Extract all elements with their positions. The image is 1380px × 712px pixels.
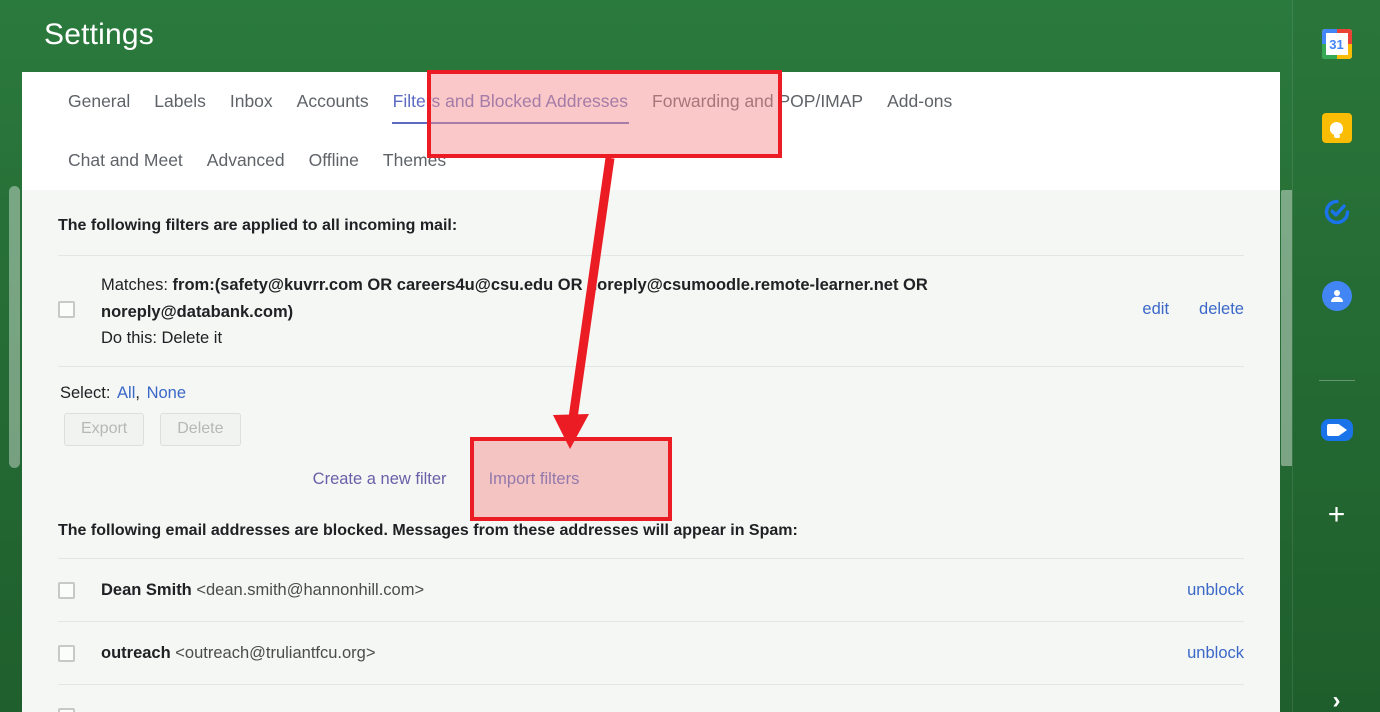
filter-row-actions: edit delete xyxy=(1142,300,1244,319)
page-title: Settings xyxy=(44,18,154,51)
filter-matches-label: Matches: xyxy=(101,276,173,294)
tab-labels[interactable]: Labels xyxy=(142,72,218,131)
tab-advanced[interactable]: Advanced xyxy=(195,131,297,190)
filter-row: Matches: from:(safety@kuvrr.com OR caree… xyxy=(58,256,1244,366)
blocked-email: <outreach@truliantfcu.org> xyxy=(175,643,376,662)
rail-item-calendar[interactable]: 31 xyxy=(1320,27,1354,61)
rail-item-meet[interactable] xyxy=(1320,413,1354,447)
blocked-section-title: The following email addresses are blocke… xyxy=(58,522,798,540)
tab-inbox[interactable]: Inbox xyxy=(218,72,285,131)
filter-matches-value: from:(safety@kuvrr.com OR careers4u@csu.… xyxy=(101,276,928,321)
tab-accounts[interactable]: Accounts xyxy=(285,72,381,131)
select-separator: , xyxy=(135,384,140,403)
select-all-link[interactable]: All xyxy=(117,384,135,402)
filters-section-title: The following filters are applied to all… xyxy=(58,217,458,234)
meet-icon xyxy=(1320,419,1353,441)
calendar-icon: 31 xyxy=(1321,29,1352,59)
tabs-row-2: Chat and Meet Advanced Offline Themes xyxy=(22,131,1280,190)
select-controls: Select: All, None xyxy=(58,367,1244,403)
delete-button[interactable]: Delete xyxy=(160,413,241,447)
create-a-new-filter-link[interactable]: Create a new filter xyxy=(313,470,447,489)
expand-chevron-icon: › xyxy=(1332,687,1341,712)
blocked-name: Dean Smith xyxy=(101,580,192,599)
blocked-row: Dean Smith <dean.smith@hannonhill.com> u… xyxy=(58,559,1244,621)
filter-row-checkbox[interactable] xyxy=(58,301,75,318)
delete-filter-link[interactable]: delete xyxy=(1199,300,1244,319)
import-filters-link[interactable]: Import filters xyxy=(489,470,580,489)
export-button[interactable]: Export xyxy=(64,413,145,447)
blocked-name: outreach xyxy=(101,643,171,662)
filter-action-text: Do this: Delete it xyxy=(101,329,223,348)
tasks-icon xyxy=(1322,197,1352,227)
select-none-link[interactable]: None xyxy=(147,384,186,402)
unblock-link[interactable]: unblock xyxy=(1187,644,1244,663)
tab-general[interactable]: General xyxy=(56,72,142,131)
blocked-email: <dean.smith@hannonhill.com> xyxy=(196,580,425,599)
filters-panel: The following filters are applied to all… xyxy=(22,190,1280,712)
unblock-link[interactable]: unblock xyxy=(1187,581,1244,600)
gmail-settings-screen: Settings General Labels Inbox Accounts F… xyxy=(0,0,1380,712)
bulk-action-buttons: Export Delete xyxy=(58,403,1244,447)
settings-card: General Labels Inbox Accounts Filters an… xyxy=(22,72,1280,712)
tab-offline[interactable]: Offline xyxy=(297,131,371,190)
rail-item-add[interactable]: + xyxy=(1320,498,1354,532)
rail-divider xyxy=(1319,380,1355,381)
settings-tabs: General Labels Inbox Accounts Filters an… xyxy=(22,72,1280,190)
tab-filters-and-blocked-addresses[interactable]: Filters and Blocked Addresses xyxy=(381,72,640,131)
blocked-row: outreach <outreach@truliantfcu.org> unbl… xyxy=(58,622,1244,684)
outer-scrollbar-thumb[interactable] xyxy=(9,186,20,468)
tab-chat-and-meet[interactable]: Chat and Meet xyxy=(56,131,195,190)
tab-themes[interactable]: Themes xyxy=(371,131,458,190)
tab-forwarding-and-pop-imap[interactable]: Forwarding and POP/IMAP xyxy=(640,72,875,131)
keep-icon xyxy=(1321,113,1352,143)
create-filter-row: Create a new filter Import filters xyxy=(58,446,1244,489)
rail-item-expand[interactable]: › xyxy=(1320,684,1354,712)
rail-item-keep[interactable] xyxy=(1320,111,1354,145)
tab-add-ons[interactable]: Add-ons xyxy=(875,72,964,131)
calendar-icon-day: 31 xyxy=(1325,33,1348,55)
select-label: Select: xyxy=(60,384,111,403)
blocked-row-checkbox[interactable] xyxy=(58,581,75,599)
filter-row-text: Matches: from:(safety@kuvrr.com OR caree… xyxy=(101,272,1106,352)
blocked-row-text: outreach <outreach@truliantfcu.org> xyxy=(101,644,375,663)
blocked-row-text: Dean Smith <dean.smith@hannonhill.com> xyxy=(101,581,424,600)
side-panel-rail: 31 + › xyxy=(1292,0,1380,712)
tabs-row-1: General Labels Inbox Accounts Filters an… xyxy=(22,72,1280,131)
blocked-row-checkbox[interactable] xyxy=(58,644,75,662)
edit-filter-link[interactable]: edit xyxy=(1142,300,1169,319)
rail-item-tasks[interactable] xyxy=(1320,195,1354,229)
contacts-icon xyxy=(1321,281,1352,311)
blocked-row-partial xyxy=(58,685,1244,712)
add-icon: + xyxy=(1327,498,1346,531)
rail-item-contacts[interactable] xyxy=(1320,279,1354,313)
blocked-row-checkbox[interactable] xyxy=(58,707,75,712)
